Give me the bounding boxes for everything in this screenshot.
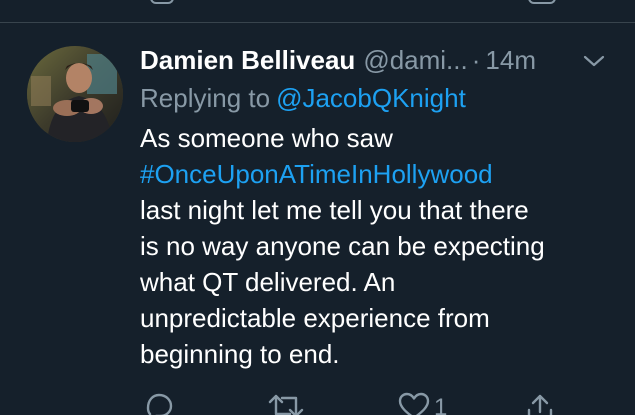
replying-to: Replying to @JacobQKnight <box>140 80 610 116</box>
replying-to-label: Replying to <box>140 83 271 113</box>
tweet-screen: Damien Belliveau @dami... · 14m Replying… <box>0 0 635 415</box>
hashtag-link[interactable]: #OnceUponATimeInHollywood <box>140 156 610 192</box>
replying-to-handle[interactable]: @JacobQKnight <box>276 83 466 113</box>
tweet-header: Damien Belliveau @dami... · 14m <box>140 42 610 78</box>
timestamp[interactable]: 14m <box>485 42 536 78</box>
reply-button[interactable] <box>142 392 174 415</box>
share-button[interactable] <box>524 392 556 415</box>
separator-dot: · <box>471 45 481 75</box>
previous-reply-icon[interactable] <box>150 0 174 4</box>
retweet-button[interactable] <box>266 392 306 415</box>
handle[interactable]: @dami... <box>363 42 467 78</box>
retweet-icon <box>268 394 304 415</box>
previous-share-icon[interactable] <box>528 0 556 4</box>
tweet-text-line: unpredictable experience from <box>140 303 490 333</box>
tweet-text-line: beginning to end. <box>140 339 340 369</box>
tweet-body: Damien Belliveau @dami... · 14m Replying… <box>140 42 610 372</box>
tweet-text-line: As someone who saw <box>140 123 393 153</box>
like-button[interactable]: 1 <box>398 392 447 415</box>
tweet-actions: 1 <box>0 392 635 415</box>
heart-icon <box>398 392 430 415</box>
avatar-image <box>27 46 123 142</box>
tweet-text-line: last night let me tell you that there <box>140 195 529 225</box>
divider <box>0 22 635 23</box>
reply-icon <box>146 393 173 415</box>
display-name[interactable]: Damien Belliveau <box>140 42 355 78</box>
avatar[interactable] <box>27 46 123 142</box>
previous-tweet-actions <box>0 0 635 22</box>
tweet-text-line: what QT delivered. An <box>140 267 396 297</box>
share-icon <box>527 394 553 415</box>
tweet-text-line: is no way anyone can be expecting <box>140 231 545 261</box>
tweet-text: As someone who saw #OnceUponATimeInHolly… <box>140 120 610 372</box>
like-count: 1 <box>434 394 448 415</box>
